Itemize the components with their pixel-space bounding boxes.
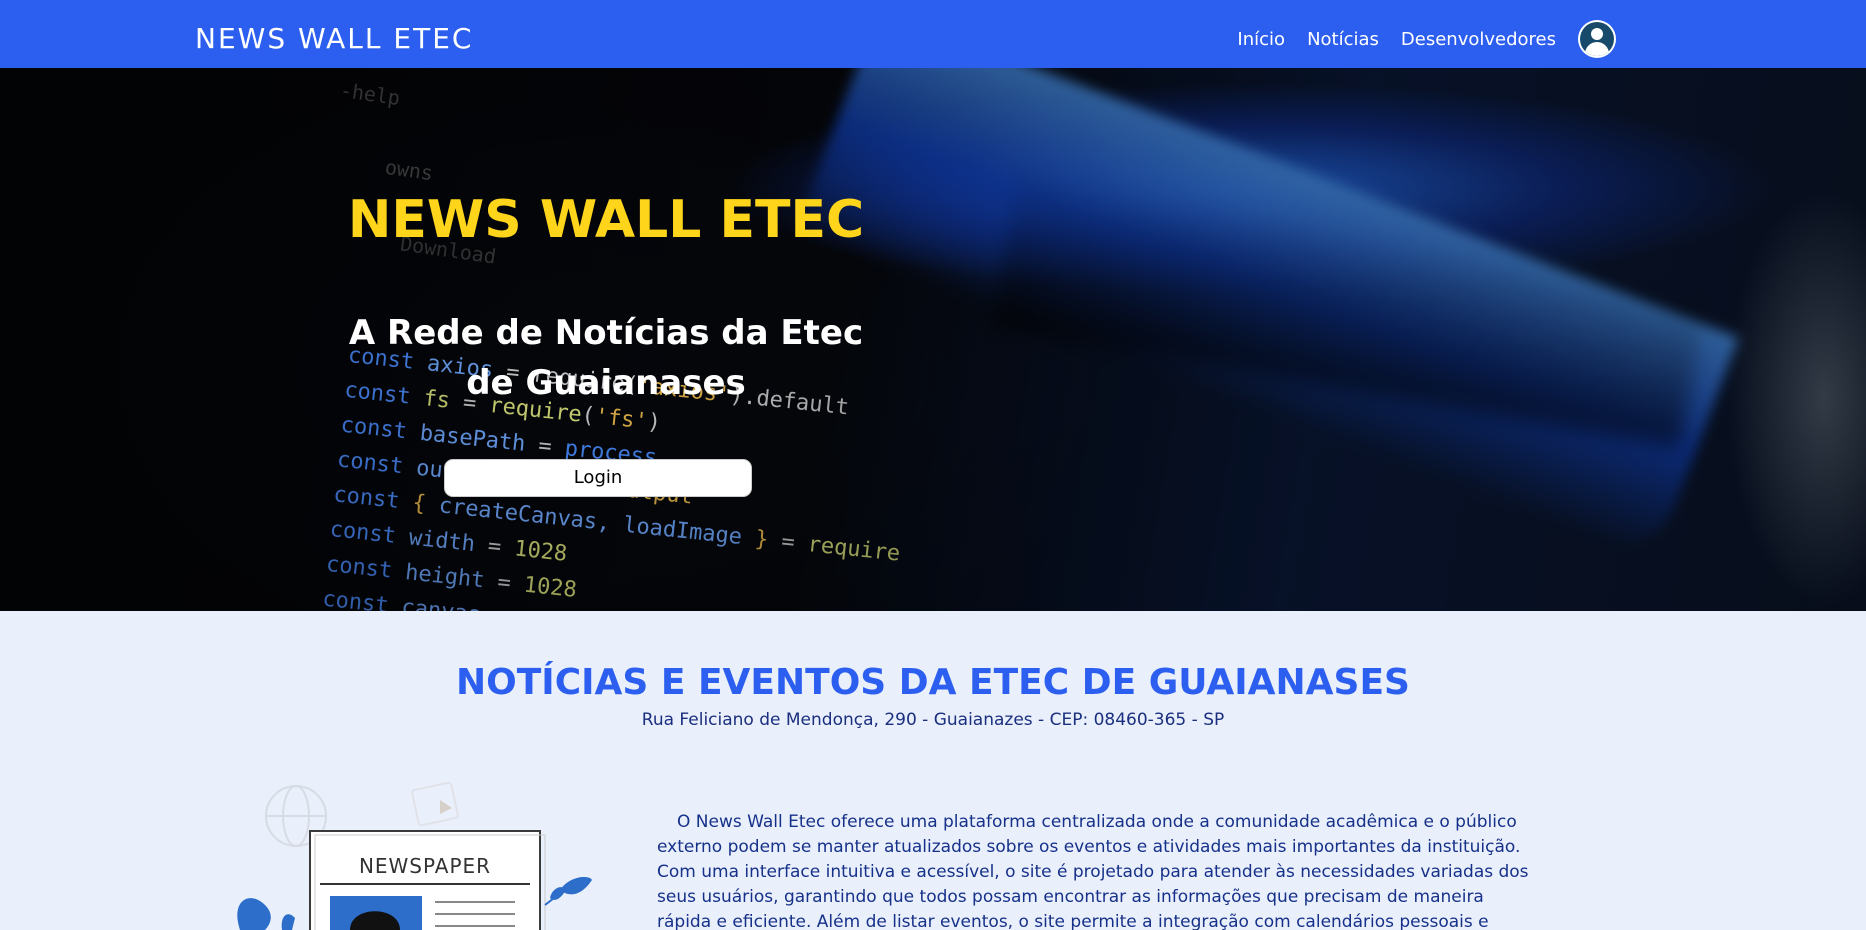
nav-links: Início Notícias Desenvolvedores xyxy=(1237,20,1616,58)
hero-title: NEWS WALL ETEC xyxy=(347,190,865,250)
section-title: NOTÍCIAS E EVENTOS DA ETEC DE GUAIANASES xyxy=(456,662,1410,703)
play-card-icon xyxy=(411,781,459,827)
top-navbar: NEWS WALL ETEC Início Notícias Desenvolv… xyxy=(0,0,1866,68)
avatar-body-shape xyxy=(1585,42,1609,56)
section-description: O News Wall Etec oferece uma plataforma … xyxy=(657,812,1529,930)
avatar-head-shape xyxy=(1591,28,1603,40)
play-triangle-icon xyxy=(440,800,452,814)
nav-link-inicio[interactable]: Início xyxy=(1237,29,1285,50)
login-button[interactable]: Login xyxy=(444,459,752,497)
hero-shade-overlay xyxy=(0,68,1866,611)
leaf-right-small xyxy=(550,887,566,900)
leaf-left-small xyxy=(281,914,295,930)
navbar-brand[interactable]: NEWS WALL ETEC xyxy=(195,22,473,55)
user-avatar-icon[interactable] xyxy=(1578,20,1616,58)
leaf-left xyxy=(237,898,271,930)
hero-banner: -help owns Download const axios = requir… xyxy=(0,68,1866,611)
hero-subtitle: A Rede de Notícias da Etec de Guaianases xyxy=(348,313,864,403)
newspaper-label: NEWSPAPER xyxy=(359,854,491,878)
newspaper-illustration: NEWSPAPER xyxy=(237,781,592,930)
nav-link-noticias[interactable]: Notícias xyxy=(1307,29,1379,50)
section-address: Rua Feliciano de Mendonça, 290 - Guaiana… xyxy=(641,710,1225,730)
nav-link-desenvolvedores[interactable]: Desenvolvedores xyxy=(1401,29,1556,50)
avatar-background xyxy=(1580,22,1614,56)
